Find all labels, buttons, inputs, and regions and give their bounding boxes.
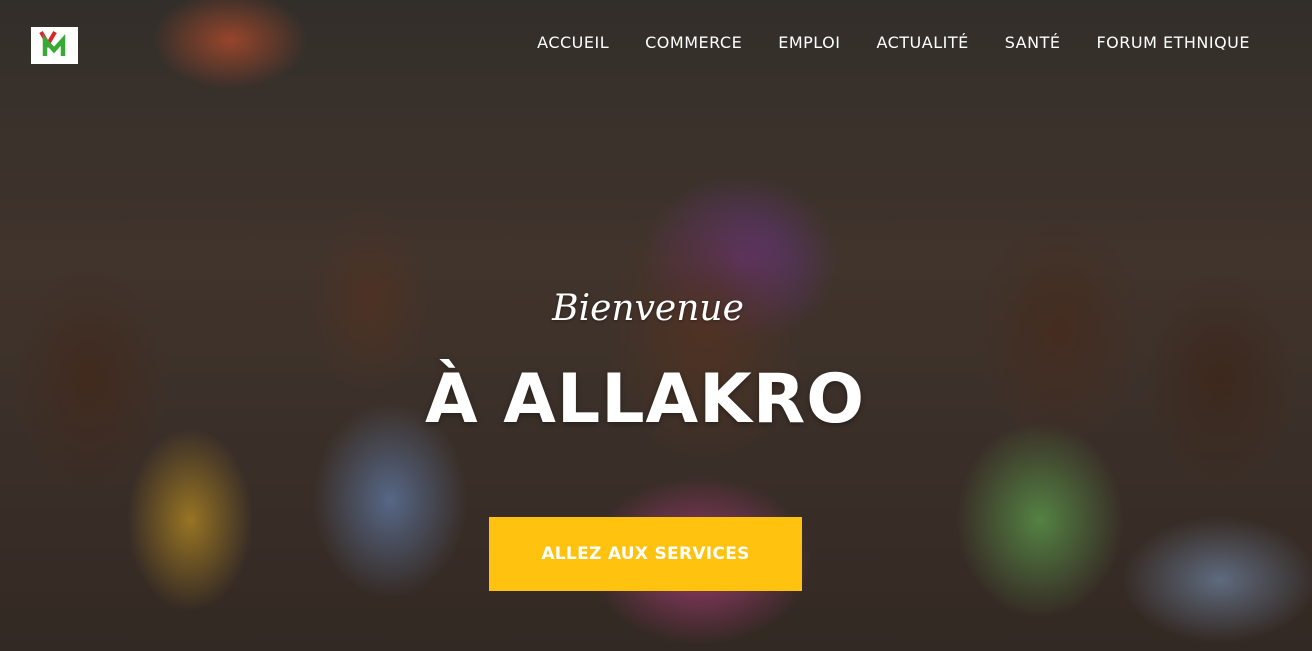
nav-item-forum-ethnique[interactable]: FORUM ETHNIQUE xyxy=(1096,33,1250,52)
site-logo[interactable] xyxy=(31,27,78,64)
services-cta-button[interactable]: ALLEZ AUX SERVICES xyxy=(489,517,802,591)
nav-item-sante[interactable]: SANTÉ xyxy=(1005,33,1061,52)
main-nav: ACCUEIL COMMERCE EMPLOI ACTUALITÉ SANTÉ … xyxy=(501,33,1250,52)
nav-item-actualite[interactable]: ACTUALITÉ xyxy=(876,33,968,52)
nav-item-emploi[interactable]: EMPLOI xyxy=(778,33,840,52)
hero-section: ACCUEIL COMMERCE EMPLOI ACTUALITÉ SANTÉ … xyxy=(0,0,1312,651)
nav-item-accueil[interactable]: ACCUEIL xyxy=(537,33,609,52)
hero-title: À ALLAKRO xyxy=(424,360,866,439)
nav-item-commerce[interactable]: COMMERCE xyxy=(645,33,742,52)
hero-welcome-text: Bienvenue xyxy=(552,288,744,329)
vm-logo-icon xyxy=(39,30,66,56)
